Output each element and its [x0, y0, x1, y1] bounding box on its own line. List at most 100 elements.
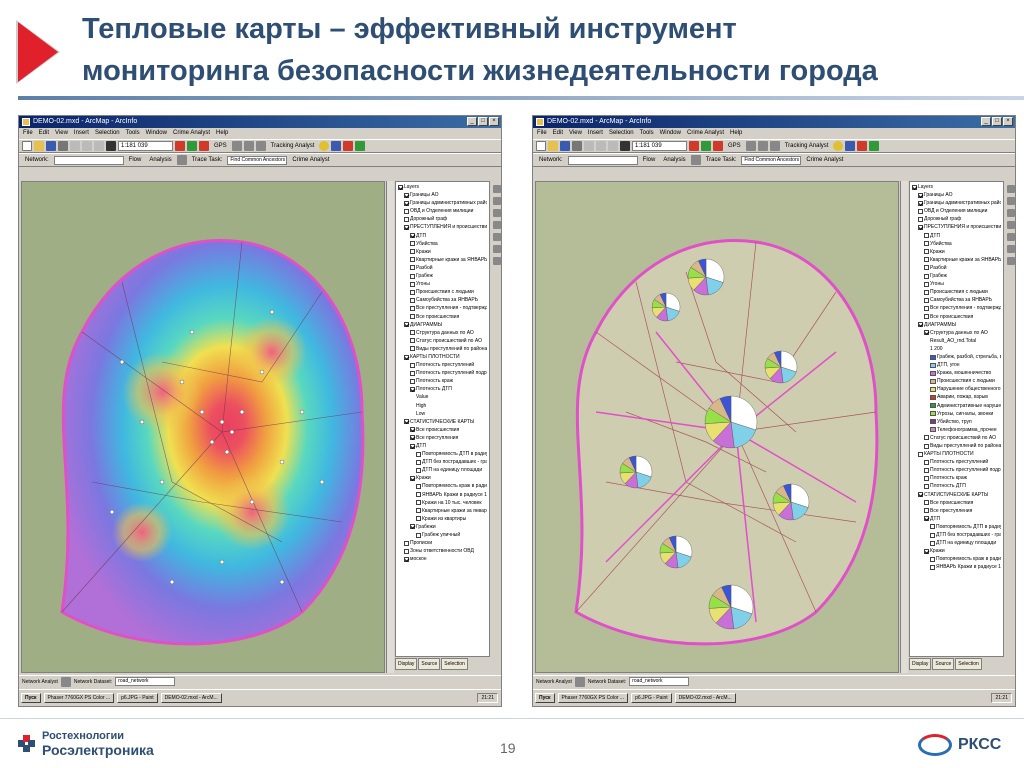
layer-checkbox[interactable] [404, 354, 409, 360]
toc-layer-item[interactable]: ДТП [912, 232, 1001, 240]
layer-checkbox[interactable] [410, 297, 415, 303]
menu-window[interactable]: Window [660, 128, 681, 139]
tracking-analyst-label[interactable]: Tracking Analyst [782, 143, 832, 149]
flow-label[interactable]: Flow [126, 157, 145, 163]
zoom-out-icon[interactable] [1006, 197, 1015, 205]
toc-layer-item[interactable]: Все преступления [912, 507, 1001, 515]
window-titlebar[interactable]: DEMO-02.mxd - ArcMap - ArcInfo _ □ × [533, 116, 1015, 128]
measure-icon[interactable] [1006, 257, 1015, 265]
gps-tool-icon[interactable] [231, 141, 242, 151]
toc-layer-item[interactable]: Убийство, труп [912, 418, 1001, 426]
layer-checkbox[interactable] [410, 338, 415, 344]
layer-checkbox[interactable] [924, 548, 929, 554]
select-icon[interactable] [1006, 233, 1015, 241]
tab-display[interactable]: Display [909, 658, 932, 670]
menu-selection[interactable]: Selection [95, 128, 120, 139]
open-icon[interactable] [548, 141, 558, 151]
toc-layer-item[interactable]: Происшествия с людьми [912, 288, 1001, 296]
layer-checkbox[interactable] [410, 524, 415, 530]
toc-layer-item[interactable]: Повторяемость ДТП в радиусе [912, 523, 1001, 531]
layer-checkbox[interactable] [416, 532, 421, 538]
toc-layer-item[interactable]: Все происшествия [912, 313, 1001, 321]
toc-layer-item[interactable]: Происшествия с людьми [912, 377, 1001, 385]
menu-window[interactable]: Window [146, 128, 167, 139]
toc-layer-item[interactable]: Плотность ДТП [398, 385, 487, 393]
layer-checkbox[interactable] [924, 281, 929, 287]
layer-checkbox[interactable] [410, 330, 415, 336]
layer-checkbox[interactable] [410, 314, 415, 320]
toc-layer-item[interactable]: КАРТЫ ПЛОТНОСТИ [912, 450, 1001, 458]
layer-checkbox[interactable] [924, 484, 929, 490]
gps-tool-icon[interactable] [757, 141, 768, 151]
toc-layer-item[interactable]: Плотность краж [398, 377, 487, 385]
toc-layer-item[interactable]: СТАТИСТИЧЕСКИЕ КАРТЫ [912, 491, 1001, 499]
layer-checkbox[interactable] [416, 467, 421, 473]
toc-layer-item[interactable]: Угоны [912, 280, 1001, 288]
toc-layer-item[interactable]: ДИАГРАММЫ [912, 321, 1001, 329]
map-scale-field[interactable]: 1:181 039 [118, 141, 173, 151]
gps-tool-icon[interactable] [769, 141, 780, 151]
toc-layer-item[interactable]: Low [398, 410, 487, 418]
select-icon[interactable] [492, 233, 501, 241]
menu-edit[interactable]: Edit [553, 128, 563, 139]
toc-layer-item[interactable]: Зоны ответственности ОВД [398, 547, 487, 555]
toc-layer-item[interactable]: Грабеж уличный [398, 531, 487, 539]
menu-view[interactable]: View [569, 128, 582, 139]
network-dropdown[interactable] [567, 155, 638, 165]
toc-layer-item[interactable]: Кражи из квартиры [398, 515, 487, 523]
gps-tool-icon[interactable] [745, 141, 756, 151]
tab-selection[interactable]: Selection [441, 658, 468, 670]
layer-checkbox[interactable] [924, 289, 929, 295]
toc-layer-item[interactable]: Самоубийства за ЯНВАРЬ [398, 296, 487, 304]
menu-tools[interactable]: Tools [640, 128, 654, 139]
layer-checkbox[interactable] [924, 305, 929, 311]
layer-checkbox[interactable] [410, 241, 415, 247]
toc-layer-item[interactable]: Дорожный граф [912, 215, 1001, 223]
cut-icon[interactable] [70, 141, 80, 151]
layer-checkbox[interactable] [924, 330, 929, 336]
layer-checkbox[interactable] [912, 184, 917, 190]
layer-checkbox[interactable] [918, 208, 923, 214]
layer-checkbox[interactable] [924, 435, 929, 441]
minimize-button[interactable]: _ [467, 117, 477, 126]
layer-checkbox[interactable] [918, 451, 923, 457]
gps-tool-icon[interactable] [255, 141, 266, 151]
model-icon[interactable] [199, 141, 209, 151]
solve-icon[interactable] [60, 676, 71, 687]
layer-checkbox[interactable] [404, 556, 409, 562]
toc-layer-item[interactable]: Плотность преступлений подробна [912, 466, 1001, 474]
copy-icon[interactable] [82, 141, 92, 151]
full-extent-icon[interactable] [492, 221, 501, 229]
layer-checkbox[interactable] [924, 257, 929, 263]
close-button[interactable]: × [1003, 117, 1013, 126]
toc-layer-item[interactable]: Угоны [398, 280, 487, 288]
pan-icon[interactable] [492, 209, 501, 217]
menu-insert[interactable]: Insert [74, 128, 89, 139]
layers-icon[interactable] [331, 141, 342, 151]
layer-checkbox[interactable] [416, 508, 421, 514]
toc-layer-item[interactable]: 1 200 [912, 345, 1001, 353]
layer-checkbox[interactable] [410, 233, 415, 239]
layer-checkbox[interactable] [924, 475, 929, 481]
new-icon[interactable] [22, 141, 32, 151]
toc-layer-item[interactable]: Структура данных по АО [398, 329, 487, 337]
toc-layer-item[interactable]: Квартирные кражи за ЯНВАРЬ [912, 256, 1001, 264]
identify-icon[interactable] [833, 141, 844, 151]
layer-checkbox[interactable] [410, 475, 415, 481]
toc-layer-item[interactable]: Грабежи [398, 523, 487, 531]
network-analyst-label[interactable]: Network Analyst [536, 679, 572, 685]
editor-icon[interactable] [175, 141, 185, 151]
layers-icon[interactable] [845, 141, 856, 151]
map-scrollbar[interactable] [386, 181, 394, 673]
toc-layer-item[interactable]: Плотность преступлений [398, 361, 487, 369]
taskbar-item[interactable]: Phaser 7760GX PS Color ... [557, 693, 629, 703]
toc-layer-item[interactable]: Result_AO_rnd.Total [912, 337, 1001, 345]
layer-checkbox[interactable] [930, 556, 935, 562]
layer-checkbox[interactable] [416, 484, 421, 490]
layer-checkbox[interactable] [410, 289, 415, 295]
toc-layer-item[interactable]: Разбой [912, 264, 1001, 272]
layer-checkbox[interactable] [930, 524, 935, 530]
toc-layer-item[interactable]: Прописки [398, 539, 487, 547]
toc-layer-item[interactable]: Статус происшествий по АО [398, 337, 487, 345]
layer-checkbox[interactable] [410, 443, 415, 449]
